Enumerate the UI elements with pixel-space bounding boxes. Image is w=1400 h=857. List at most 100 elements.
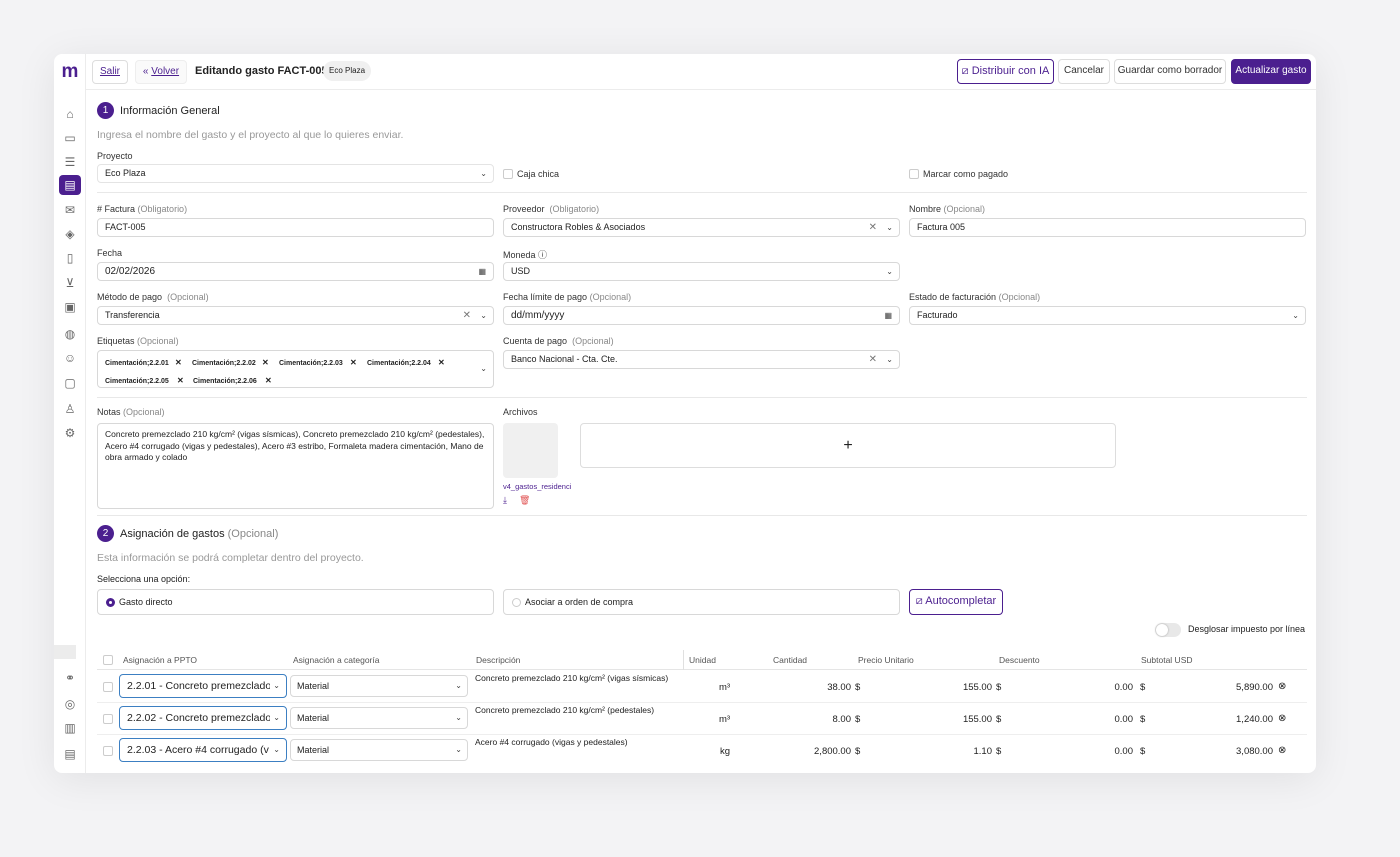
remove-tag-icon[interactable]: ✕ (265, 372, 272, 389)
ppto-select[interactable]: 2.2.03 - Acero #4 corrugado (v ⌄ (119, 738, 287, 762)
file-name-link[interactable]: v4_gastos_residenci (503, 482, 571, 491)
table-row: 2.2.02 - Concreto premezclado ⌄ Material ⌄… (97, 703, 1307, 735)
option-po-label: Asociar a orden de compra (525, 597, 634, 607)
table-header: Asignación a PPTO Asignación a categoría… (97, 650, 1307, 670)
payment-account-value: Banco Nacional - Cta. Cte. (511, 354, 618, 364)
ppto-select[interactable]: 2.2.02 - Concreto premezclado ⌄ (119, 706, 287, 730)
mail-icon[interactable]: ✉ (59, 200, 81, 220)
qty-input[interactable]: 2,800.00 (787, 746, 851, 757)
cart-icon[interactable]: ⊻ (59, 273, 81, 293)
chevron-down-icon: ⌄ (270, 707, 280, 729)
plus-icon: + (843, 437, 853, 454)
description-textarea[interactable]: Acero #4 corrugado (vigas y pedestales) (475, 737, 675, 748)
exit-button[interactable]: Salir (92, 60, 128, 84)
gear-small-icon[interactable]: ◎ (59, 694, 81, 714)
billing-status-select[interactable]: Facturado ⌄ (909, 306, 1306, 325)
tags-select[interactable]: Cimentación;2.2.01 ✕ Cimentación;2.2.02 ✕ … (97, 350, 494, 388)
billing-status-value: Facturado (917, 310, 958, 320)
remove-row-icon[interactable]: ⊗ (1278, 681, 1286, 692)
file-thumbnail[interactable] (503, 423, 558, 478)
remove-tag-icon[interactable]: ✕ (262, 354, 269, 371)
list-icon[interactable]: ☰ (59, 152, 81, 172)
select-all-checkbox[interactable] (103, 655, 113, 665)
cancel-button[interactable]: Cancelar (1058, 59, 1110, 84)
remove-tag-icon[interactable]: ✕ (177, 372, 184, 389)
brand-logo-icon[interactable]: m (60, 62, 80, 82)
qty-input[interactable]: 8.00 (787, 714, 852, 725)
row-checkbox[interactable] (103, 682, 113, 692)
remove-tag-icon[interactable]: ✕ (438, 354, 445, 371)
option-po-radio[interactable]: Asociar a orden de compra (503, 589, 900, 615)
notes-textarea[interactable]: Concreto premezclado 210 kg/cm² (vigas s… (97, 423, 494, 509)
category-select[interactable]: Material ⌄ (290, 707, 468, 729)
distribute-ai-button[interactable]: ⧄ Distribuir con IA (957, 59, 1054, 84)
supplier-select[interactable]: Constructora Robles & Asociados ✕ ⌄ (503, 218, 900, 237)
project-select[interactable]: Eco Plaza ⌄ (97, 164, 494, 183)
globe-icon[interactable]: ◍ (59, 324, 81, 344)
name-input[interactable]: Factura 005 (909, 218, 1306, 237)
qty-input[interactable]: 38.00 (787, 682, 851, 693)
calendar-icon[interactable]: ▦ (478, 263, 486, 280)
book-icon[interactable]: ▥ (59, 718, 81, 738)
select-option-label: Selecciona una opción: (97, 574, 191, 584)
step-number-1: 1 (97, 102, 114, 119)
remove-row-icon[interactable]: ⊗ (1278, 745, 1286, 756)
unit-cell: m³ (719, 682, 731, 693)
category-select[interactable]: Material ⌄ (290, 675, 468, 697)
trash-icon[interactable]: 🗑 (519, 495, 530, 506)
subtotal-cell: 5,890.00 (1236, 682, 1273, 693)
update-expense-button[interactable]: Actualizar gasto (1231, 59, 1311, 84)
price-input[interactable]: 155.00 (927, 682, 992, 693)
clear-icon[interactable]: ✕ (463, 307, 471, 324)
category-select[interactable]: Material ⌄ (290, 739, 468, 761)
clipboard-icon[interactable]: ▢ (59, 373, 81, 393)
payment-account-select[interactable]: Banco Nacional - Cta. Cte. ✕ ⌄ (503, 350, 900, 369)
settings-icon[interactable]: ⚙ (59, 423, 81, 443)
back-button[interactable]: « Volver (135, 60, 187, 84)
download-icon[interactable]: ⤓ (503, 495, 507, 506)
save-draft-button[interactable]: Guardar como borrador (1114, 59, 1226, 84)
currency-select[interactable]: USD ⌄ (503, 262, 900, 281)
autocomplete-button[interactable]: ⧄ Autocompletar (909, 589, 1003, 615)
user-icon[interactable]: ♙ (59, 399, 81, 419)
robot-icon[interactable]: ☺ (59, 348, 81, 368)
ppto-select[interactable]: 2.2.01 - Concreto premezclado ⌄ (119, 674, 287, 698)
mark-paid-checkbox[interactable] (909, 169, 919, 179)
home-icon[interactable]: ⌂ (59, 104, 81, 124)
due-date-input[interactable]: dd/mm/yyyy ▦ (503, 306, 900, 325)
main-content: 1 Información General Ingresa el nombre … (97, 90, 1307, 773)
id-card-icon[interactable]: ▣ (59, 297, 81, 317)
row-checkbox[interactable] (103, 746, 113, 756)
discount-input[interactable]: 0.00 (1083, 682, 1134, 693)
remove-row-icon[interactable]: ⊗ (1278, 713, 1286, 724)
discount-input[interactable]: 0.00 (1083, 746, 1134, 757)
row-checkbox[interactable] (103, 714, 113, 724)
price-input[interactable]: 1.10 (927, 746, 993, 757)
payment-method-value: Transferencia (105, 310, 160, 320)
invoice-input[interactable]: FACT-005 (97, 218, 494, 237)
clear-icon[interactable]: ✕ (869, 351, 877, 368)
calendar-icon[interactable]: ▦ (884, 307, 892, 324)
date-input[interactable]: 02/02/2026 ▦ (97, 262, 494, 281)
remove-tag-icon[interactable]: ✕ (175, 354, 182, 371)
remove-tag-icon[interactable]: ✕ (350, 354, 357, 371)
description-textarea[interactable]: Concreto premezclado 210 kg/cm² (pedesta… (475, 705, 675, 716)
description-textarea[interactable]: Concreto premezclado 210 kg/cm² (vigas s… (475, 673, 675, 684)
link-icon[interactable]: ⚭ (59, 668, 81, 688)
clear-icon[interactable]: ✕ (869, 219, 877, 236)
add-file-dropzone[interactable]: + (580, 423, 1116, 468)
tax-toggle[interactable] (1155, 623, 1181, 637)
document-icon[interactable]: ▯ (59, 248, 81, 268)
price-input[interactable]: 155.00 (927, 714, 992, 725)
building-icon[interactable]: ▤ (59, 744, 81, 764)
cube-icon[interactable]: ◈ (59, 224, 81, 244)
folder-icon[interactable]: ▭ (59, 128, 81, 148)
discount-input[interactable]: 0.00 (1083, 714, 1134, 725)
option-direct-radio[interactable]: Gasto directo (97, 589, 494, 615)
petty-cash-checkbox[interactable] (503, 169, 513, 179)
ai-slash-icon: ⧄ (961, 65, 969, 77)
option-direct-label: Gasto directo (119, 597, 173, 607)
expenses-icon[interactable]: ▤ (59, 175, 81, 195)
payment-method-label: Método de pago (Opcional) (97, 292, 209, 302)
payment-method-select[interactable]: Transferencia ✕ ⌄ (97, 306, 494, 325)
